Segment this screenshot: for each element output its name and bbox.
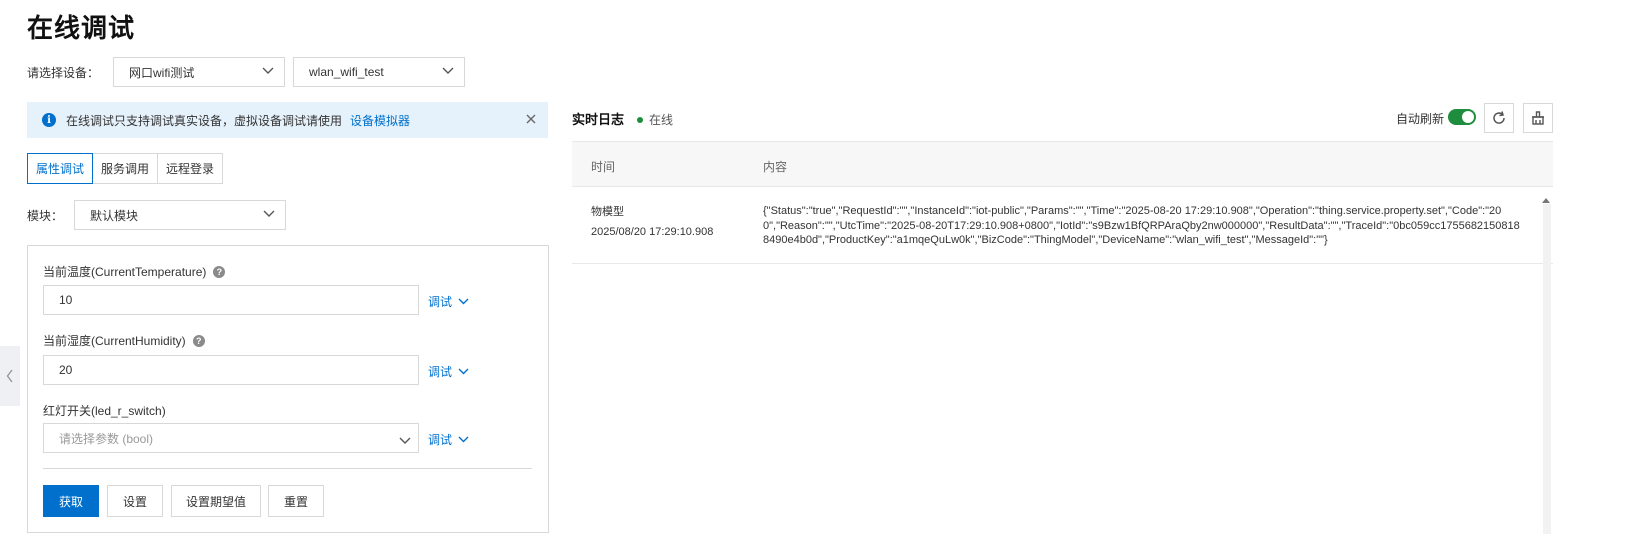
collapse-handle[interactable] [0,346,20,406]
temperature-value: 10 [59,293,73,307]
temperature-label: 当前温度(CurrentTemperature) ? [43,263,226,280]
chevron-down-icon [458,368,469,375]
product-select-value: 网口wifi测试 [129,65,195,80]
led-switch-label-text: 红灯开关(led_r_switch) [43,404,166,418]
module-select-value: 默认模块 [90,208,139,223]
led-switch-placeholder: 请选择参数 (bool) [59,431,154,446]
device-select-row: 请选择设备： 网口wifi测试 wlan_wifi_test [27,57,466,87]
help-icon[interactable]: ? [192,334,205,347]
notice-banner: i 在线调试只支持调试真实设备，虚拟设备调试请使用 设备模拟器 [27,102,548,138]
chevron-down-icon [263,210,275,220]
chevron-left-icon [6,369,13,383]
scroll-up-icon[interactable] [1541,193,1551,203]
table-row: 物模型 2025/08/20 17:29:10.908 {"Status":"t… [572,187,1553,264]
temperature-debug-link[interactable]: 调试 [428,293,469,310]
debug-link-label: 调试 [428,295,453,309]
module-row: 模块： 默认模块 [27,200,287,230]
humidity-input[interactable]: 20 [43,355,419,385]
clear-icon [1532,111,1544,125]
debug-link-label: 调试 [428,365,453,379]
chevron-down-icon [458,436,469,443]
humidity-label-text: 当前湿度(CurrentHumidity) [43,334,186,348]
page-title: 在线调试 [27,13,136,43]
chevron-down-icon [442,67,454,77]
humidity-value: 20 [59,363,73,377]
form-divider [43,468,532,469]
module-label: 模块： [27,208,64,223]
log-row-type: 物模型 [591,206,624,218]
temperature-label-text: 当前温度(CurrentTemperature) [43,265,207,279]
humidity-label: 当前湿度(CurrentHumidity) ? [43,332,205,349]
log-table-header: 时间 内容 [572,141,1553,187]
scrollbar[interactable] [1543,204,1551,534]
tab-remote-login[interactable]: 远程登录 [157,153,224,184]
clear-log-button[interactable] [1523,103,1553,133]
debug-tabs: 属性调试 服务调用 远程登录 [27,153,224,184]
chevron-down-icon [458,298,469,305]
property-form-panel: 当前温度(CurrentTemperature) ? 10 调试 当前湿度(Cu… [27,245,549,533]
column-header-time: 时间 [591,160,616,174]
auto-refresh-toggle[interactable] [1448,109,1476,125]
set-button[interactable]: 设置 [107,485,163,517]
set-expected-value-button[interactable]: 设置期望值 [171,485,261,517]
tab-property-debug[interactable]: 属性调试 [27,153,94,184]
refresh-icon [1493,111,1505,124]
log-table: 时间 内容 物模型 2025/08/20 17:29:10.908 {"Stat… [572,141,1553,264]
info-icon: i [42,113,56,127]
reset-button[interactable]: 重置 [268,485,324,517]
help-icon[interactable]: ? [213,265,226,278]
log-title: 实时日志 [572,112,625,127]
log-row-content: {"Status":"true","RequestId":"","Instanc… [763,205,1520,246]
led-switch-select[interactable]: 请选择参数 (bool) [43,423,419,453]
device-simulator-link[interactable]: 设备模拟器 [350,112,410,129]
log-status-text: 在线 [649,113,674,127]
chevron-down-icon [399,434,411,448]
log-status: 在线 [637,111,673,128]
module-select[interactable]: 默认模块 [74,200,287,230]
status-dot [637,116,643,123]
chevron-down-icon [262,67,274,77]
debug-link-label: 调试 [428,433,453,447]
tab-service-call[interactable]: 服务调用 [92,153,159,184]
product-select[interactable]: 网口wifi测试 [113,57,286,87]
get-button[interactable]: 获取 [43,485,99,517]
temperature-input[interactable]: 10 [43,285,419,315]
refresh-button[interactable] [1484,103,1514,133]
led-switch-label: 红灯开关(led_r_switch) [43,402,166,419]
device-select[interactable]: wlan_wifi_test [293,57,466,87]
device-select-label: 请选择设备： [27,65,100,80]
log-row-time: 2025/08/20 17:29:10.908 [591,226,714,238]
device-select-value: wlan_wifi_test [309,65,384,79]
column-header-content: 内容 [763,160,788,174]
close-icon[interactable] [524,112,538,126]
auto-refresh-label: 自动刷新 [1396,112,1445,126]
humidity-debug-link[interactable]: 调试 [428,363,469,380]
notice-text: 在线调试只支持调试真实设备，虚拟设备调试请使用 [66,113,343,128]
led-switch-debug-link[interactable]: 调试 [428,431,469,448]
